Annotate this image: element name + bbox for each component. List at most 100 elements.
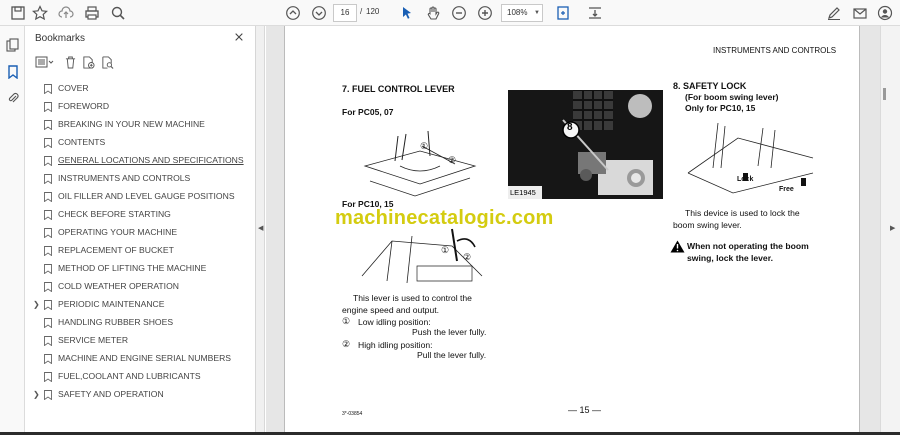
options-menu-icon[interactable] bbox=[35, 55, 55, 69]
bookmark-label: MACHINE AND ENGINE SERIAL NUMBERS bbox=[58, 353, 232, 363]
safety-lock-subtitle-2: Only for PC10, 15 bbox=[685, 103, 756, 113]
bookmark-icon bbox=[44, 84, 52, 94]
bookmark-icon bbox=[44, 282, 52, 292]
bookmark-item-oil-filler[interactable]: OIL FILLER AND LEVEL GAUGE POSITIONS bbox=[25, 188, 256, 206]
bookmark-icon bbox=[44, 174, 52, 184]
toolbar: 16 / 120 108% ▼ bbox=[0, 0, 900, 26]
bookmark-item-breaking-in[interactable]: BREAKING IN YOUR NEW MACHINE bbox=[25, 116, 256, 134]
upload-cloud-icon[interactable] bbox=[56, 3, 76, 23]
hand-tool-icon[interactable] bbox=[423, 3, 443, 23]
fig2-callout-2: ② bbox=[463, 252, 472, 262]
bookmark-icon bbox=[44, 318, 52, 328]
email-icon[interactable] bbox=[850, 3, 870, 23]
bookmark-label: REPLACEMENT OF BUCKET bbox=[58, 245, 174, 255]
page-number-input[interactable]: 16 bbox=[333, 4, 357, 22]
high-idle-label: High idling position: bbox=[358, 340, 433, 350]
high-idle-number: ② bbox=[342, 339, 351, 349]
photo-callout-8: 8 bbox=[567, 122, 573, 133]
low-idle-number: ① bbox=[342, 316, 351, 326]
bookmark-label: SERVICE METER bbox=[58, 335, 129, 345]
page-thumbnails-icon[interactable] bbox=[4, 36, 21, 53]
add-bookmark-icon[interactable] bbox=[82, 55, 95, 69]
expand-right-panel-icon[interactable]: ▶ bbox=[890, 224, 895, 232]
bookmark-label: CHECK BEFORE STARTING bbox=[58, 209, 171, 219]
delete-bookmark-icon[interactable] bbox=[65, 55, 76, 69]
bookmark-item-service-meter[interactable]: SERVICE METER bbox=[25, 332, 256, 350]
bookmark-icon bbox=[44, 390, 52, 400]
bookmark-label: CONTENTS bbox=[58, 137, 106, 147]
scrollbar-thumb[interactable] bbox=[883, 88, 886, 100]
lever-description-1: This lever is used to control the bbox=[353, 293, 472, 303]
close-icon[interactable] bbox=[233, 31, 245, 43]
bookmark-item-instruments[interactable]: INSTRUMENTS AND CONTROLS bbox=[25, 170, 256, 188]
bookmark-item-operating[interactable]: OPERATING YOUR MACHINE bbox=[25, 224, 256, 242]
save-icon[interactable] bbox=[8, 3, 28, 23]
bookmark-icon bbox=[44, 336, 52, 346]
zoom-search-icon[interactable] bbox=[108, 3, 128, 23]
safety-description-1: This device is used to lock the bbox=[685, 208, 800, 218]
collapse-panel-icon[interactable]: ◀ bbox=[258, 224, 263, 232]
fig2-callout-1: ① bbox=[441, 245, 450, 255]
fit-page-icon[interactable] bbox=[553, 3, 573, 23]
footer-code: 3*-03854 bbox=[342, 411, 363, 417]
bookmark-item-check-before-starting[interactable]: CHECK BEFORE STARTING bbox=[25, 206, 256, 224]
zoom-in-icon[interactable] bbox=[475, 3, 495, 23]
bookmark-label: FUEL,COOLANT AND LUBRICANTS bbox=[58, 371, 201, 381]
bookmark-label: HANDLING RUBBER SHOES bbox=[58, 317, 174, 327]
attachments-icon[interactable] bbox=[4, 89, 21, 106]
bookmark-item-fuel-coolant[interactable]: FUEL,COOLANT AND LUBRICANTS bbox=[25, 368, 256, 386]
bookmark-item-general-locations[interactable]: GENERAL LOCATIONS AND SPECIFICATIONS bbox=[25, 152, 256, 170]
bookmark-item-cold-weather[interactable]: COLD WEATHER OPERATION bbox=[25, 278, 256, 296]
bookmark-item-serial-numbers[interactable]: MACHINE AND ENGINE SERIAL NUMBERS bbox=[25, 350, 256, 368]
bookmark-label: BREAKING IN YOUR NEW MACHINE bbox=[58, 119, 205, 129]
bookmark-label: OPERATING YOUR MACHINE bbox=[58, 227, 178, 237]
bookmark-toolbar bbox=[35, 55, 235, 69]
account-icon[interactable] bbox=[875, 3, 895, 23]
bookmark-item-foreword[interactable]: FOREWORD bbox=[25, 98, 256, 116]
bookmark-item-replacement-bucket[interactable]: REPLACEMENT OF BUCKET bbox=[25, 242, 256, 260]
bookmarks-panel: Bookmarks COVER FOREWORD BREAKING IN YOU… bbox=[25, 26, 256, 432]
bookmark-item-rubber-shoes[interactable]: HANDLING RUBBER SHOES bbox=[25, 314, 256, 332]
page-total: 120 bbox=[366, 7, 380, 16]
bookmark-icon bbox=[44, 192, 52, 202]
previous-page-icon[interactable] bbox=[283, 3, 303, 23]
bookmark-icon bbox=[44, 120, 52, 130]
select-cursor-icon[interactable] bbox=[397, 3, 417, 23]
chevron-right-icon[interactable]: ❯ bbox=[33, 300, 41, 310]
free-label: Free bbox=[779, 186, 794, 193]
safety-lock-subtitle-1: (For boom swing lever) bbox=[685, 92, 779, 102]
sign-pen-icon[interactable] bbox=[824, 3, 844, 23]
bookmark-item-lifting[interactable]: METHOD OF LIFTING THE MACHINE bbox=[25, 260, 256, 278]
star-icon[interactable] bbox=[30, 3, 50, 23]
bookmark-label: SAFETY AND OPERATION bbox=[58, 389, 164, 399]
bookmark-item-safety-operation[interactable]: ❯ SAFETY AND OPERATION bbox=[25, 386, 256, 404]
watermark: machinecatalogic.com bbox=[335, 207, 554, 229]
next-page-icon[interactable] bbox=[309, 3, 329, 23]
bookmark-item-contents[interactable]: CONTENTS bbox=[25, 134, 256, 152]
chevron-right-icon[interactable]: ❯ bbox=[33, 390, 41, 400]
bookmark-label: INSTRUMENTS AND CONTROLS bbox=[58, 173, 191, 183]
page-number: — 15 — bbox=[568, 405, 602, 415]
bookmark-icon bbox=[44, 228, 52, 238]
safety-lock-diagram bbox=[687, 122, 814, 194]
bookmark-icon bbox=[44, 102, 52, 112]
chevron-down-icon[interactable]: ▼ bbox=[534, 10, 540, 16]
bookmark-icon bbox=[44, 372, 52, 382]
fuel-lever-diagram-pc05 bbox=[363, 130, 477, 197]
pdf-page: INSTRUMENTS AND CONTROLS 7. FUEL CONTROL… bbox=[284, 26, 860, 435]
zoom-out-icon[interactable] bbox=[449, 3, 469, 23]
find-bookmark-icon[interactable] bbox=[101, 55, 114, 69]
print-icon[interactable] bbox=[82, 3, 102, 23]
subtitle-pc05: For PC05, 07 bbox=[342, 107, 394, 117]
photo-label: LE1945 bbox=[510, 188, 536, 197]
bookmark-icon bbox=[44, 246, 52, 256]
bookmarks-icon[interactable] bbox=[4, 63, 21, 80]
bookmark-label: OIL FILLER AND LEVEL GAUGE POSITIONS bbox=[58, 191, 235, 201]
control-photo bbox=[508, 90, 663, 199]
bookmark-label: COLD WEATHER OPERATION bbox=[58, 281, 179, 291]
scroll-mode-icon[interactable] bbox=[585, 3, 605, 23]
bookmark-item-cover[interactable]: COVER bbox=[25, 80, 256, 98]
bookmark-item-periodic-maintenance[interactable]: ❯ PERIODIC MAINTENANCE bbox=[25, 296, 256, 314]
bookmark-icon bbox=[44, 354, 52, 364]
panel-title: Bookmarks bbox=[35, 33, 86, 44]
